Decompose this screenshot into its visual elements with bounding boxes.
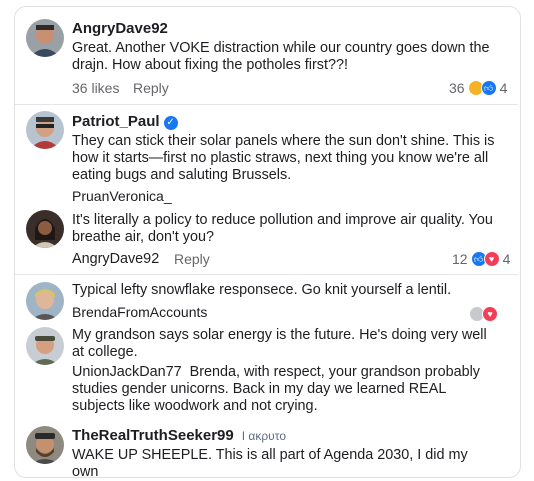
- comment-author[interactable]: AngryDave92: [72, 251, 159, 267]
- reply-button[interactable]: Reply: [133, 80, 169, 96]
- divider: [15, 274, 518, 275]
- avatar[interactable]: [26, 210, 64, 248]
- avatar[interactable]: [26, 19, 64, 57]
- divider: [15, 104, 518, 105]
- verified-badge-icon: ✓: [163, 116, 178, 130]
- author-tag: I ακρυτο: [241, 429, 286, 443]
- reaction-count: 12: [452, 251, 468, 267]
- comment-author[interactable]: PruanVeronica_: [72, 188, 172, 204]
- comment-text: It's literally a policy to reduce pollut…: [72, 212, 493, 245]
- comment-author[interactable]: BrendaFromAccounts: [72, 304, 207, 320]
- like-count: 36 likes: [72, 80, 120, 96]
- comment-text: Great. Another VOKE distraction while ou…: [72, 40, 490, 73]
- reply-button[interactable]: Reply: [174, 251, 210, 267]
- reaction-summary[interactable]: ♥: [469, 306, 498, 322]
- comment-text: UnionJackDan77 Brenda, with respect, you…: [72, 364, 497, 415]
- reaction-count: 36: [449, 80, 465, 96]
- comment-author[interactable]: TheRealTruthSeeker99 I ακρυτο: [72, 427, 286, 444]
- comment-text: They can stick their solar panels where …: [72, 133, 495, 183]
- comment-author[interactable]: AngryDave92: [72, 20, 168, 37]
- avatar[interactable]: [26, 282, 64, 320]
- reaction-summary[interactable]: 12 👍︎ ♥ 4: [452, 251, 510, 267]
- love-reaction-icon: ♥: [482, 306, 498, 322]
- comment-author[interactable]: Patriot_Paul ✓: [72, 113, 178, 130]
- reaction-count-secondary: 4: [502, 251, 511, 267]
- reaction-summary[interactable]: 36 👍︎ 4: [449, 80, 507, 96]
- love-reaction-icon: ♥: [483, 251, 500, 267]
- comment-text: Typical lefty snowflake responsece. Go k…: [72, 282, 452, 298]
- avatar[interactable]: [26, 327, 64, 365]
- avatar[interactable]: [26, 111, 64, 149]
- comment-text: WAKE UP SHEEPLE. This is all part of Age…: [72, 447, 468, 480]
- comment-text: My grandson says solar energy is the fut…: [72, 327, 487, 360]
- like-reaction-icon: 👍︎: [480, 80, 497, 96]
- reaction-count-secondary: 4: [499, 80, 508, 96]
- comment-author[interactable]: UnionJackDan77: [72, 364, 182, 380]
- avatar[interactable]: [26, 426, 64, 464]
